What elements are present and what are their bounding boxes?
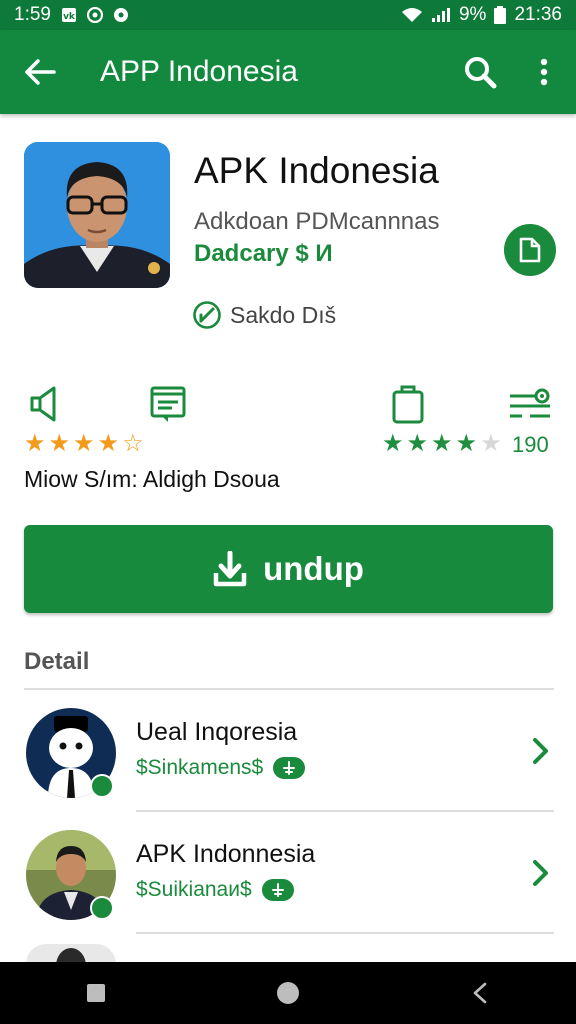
back-button[interactable] [0, 30, 80, 114]
star-filled-icon: ★ [97, 430, 120, 457]
star-filled-icon: ★ [382, 430, 404, 457]
partial-avatar [26, 944, 116, 964]
search-icon [465, 57, 497, 89]
arrow-back-icon [25, 59, 56, 85]
app-title: APK Indonesia [194, 150, 439, 191]
star-empty-icon: ☆ [122, 430, 144, 457]
file-icon [519, 237, 541, 263]
back-triangle-icon [473, 982, 487, 1004]
rating-count: 190 [512, 432, 549, 457]
status-bar: 1:59 vk 9% 21:36 [0, 0, 576, 30]
home-button[interactable] [258, 968, 318, 1018]
list-item-title: Ueal Inqoresia [136, 718, 298, 746]
file-button[interactable] [504, 224, 556, 276]
flight-pill-icon [273, 757, 306, 779]
app-bar: APP Indonesia [0, 30, 576, 114]
related-list: Ueal Inqoresia $Sinkamens$ APK Indonnesi… [24, 690, 554, 934]
stats-row: ★ ★ ★ ★ ☆ ★ ★ ★ ★ ★ 190 Miow S/ım: Aldigh Dsoua [24, 380, 554, 500]
left-rating-stars: ★ ★ ★ ★ ☆ [24, 432, 144, 456]
install-button[interactable]: undup [24, 525, 553, 613]
status-time: 1:59 [14, 4, 51, 25]
list-item[interactable]: Ueal Inqoresia $Sinkamens$ [24, 690, 554, 812]
home-circle-icon [277, 982, 299, 1004]
divider [136, 932, 554, 934]
list-item-meta: $Sinkamens$ [136, 756, 306, 780]
notification-icon [86, 7, 103, 23]
safety-text: Sakdo Dıš [230, 301, 337, 328]
clipboard-icon [392, 385, 424, 424]
recents-button[interactable] [66, 968, 126, 1018]
star-empty-icon: ★ [480, 430, 502, 457]
status-clock: 21:36 [514, 4, 562, 25]
vk-icon: vk [61, 8, 76, 22]
section-title: Detail [24, 648, 90, 675]
verified-check-icon [193, 301, 221, 329]
right-rating-stars: ★ ★ ★ ★ ★ [382, 432, 502, 456]
install-label: undup [263, 550, 364, 587]
star-filled-icon: ★ [406, 430, 429, 457]
app-subtitle: Adkdoan PDMcannnas [194, 208, 440, 235]
nav-back-button[interactable] [450, 968, 510, 1018]
search-button[interactable] [448, 30, 512, 114]
safety-row: Sakdo Dıš [192, 300, 336, 330]
list-item-title: APK Indonnesia [136, 840, 316, 868]
badge-icon [90, 896, 114, 920]
system-nav-bar [0, 962, 576, 1024]
app-developer[interactable]: Dadcary $ И [194, 240, 333, 268]
chevron-right-icon[interactable] [530, 736, 552, 766]
star-filled-icon: ★ [24, 430, 46, 457]
chevron-right-icon[interactable] [530, 858, 552, 888]
app-icon [24, 142, 170, 288]
speaker-icon [30, 386, 56, 422]
battery-percent: 9% [458, 4, 487, 25]
message-box-icon [150, 386, 186, 422]
stats-caption: Miow S/ım: Aldigh Dsoua [24, 466, 280, 492]
flight-pill-icon [261, 879, 294, 901]
recents-square-icon [87, 984, 105, 1002]
settings-slider-icon [510, 388, 550, 418]
star-filled-icon: ★ [48, 430, 71, 457]
more-options-button[interactable] [512, 30, 576, 114]
signal-icon [431, 8, 450, 22]
app-icon-portrait [24, 142, 170, 288]
badge-icon [90, 774, 114, 798]
star-filled-icon: ★ [431, 430, 453, 457]
star-filled-icon: ★ [73, 430, 95, 457]
svg-text:vk: vk [63, 12, 76, 22]
wifi-icon [401, 8, 422, 22]
battery-icon [494, 6, 507, 24]
app-bar-title: APP Indonesia [100, 55, 298, 88]
list-item[interactable]: APK Indonnesia $Suikianaи$ [24, 812, 554, 934]
more-vert-icon [540, 58, 548, 86]
dot-icon [113, 8, 128, 22]
list-item-subtitle: $Sinkamens$ [136, 756, 264, 779]
download-icon [213, 551, 247, 587]
app-header: APK Indonesia Adkdoan PDMcannnas Dadcary… [24, 142, 556, 342]
list-item-meta: $Suikianaи$ [136, 878, 294, 902]
star-filled-icon: ★ [455, 430, 478, 457]
list-item-subtitle: $Suikianaи$ [136, 878, 252, 901]
